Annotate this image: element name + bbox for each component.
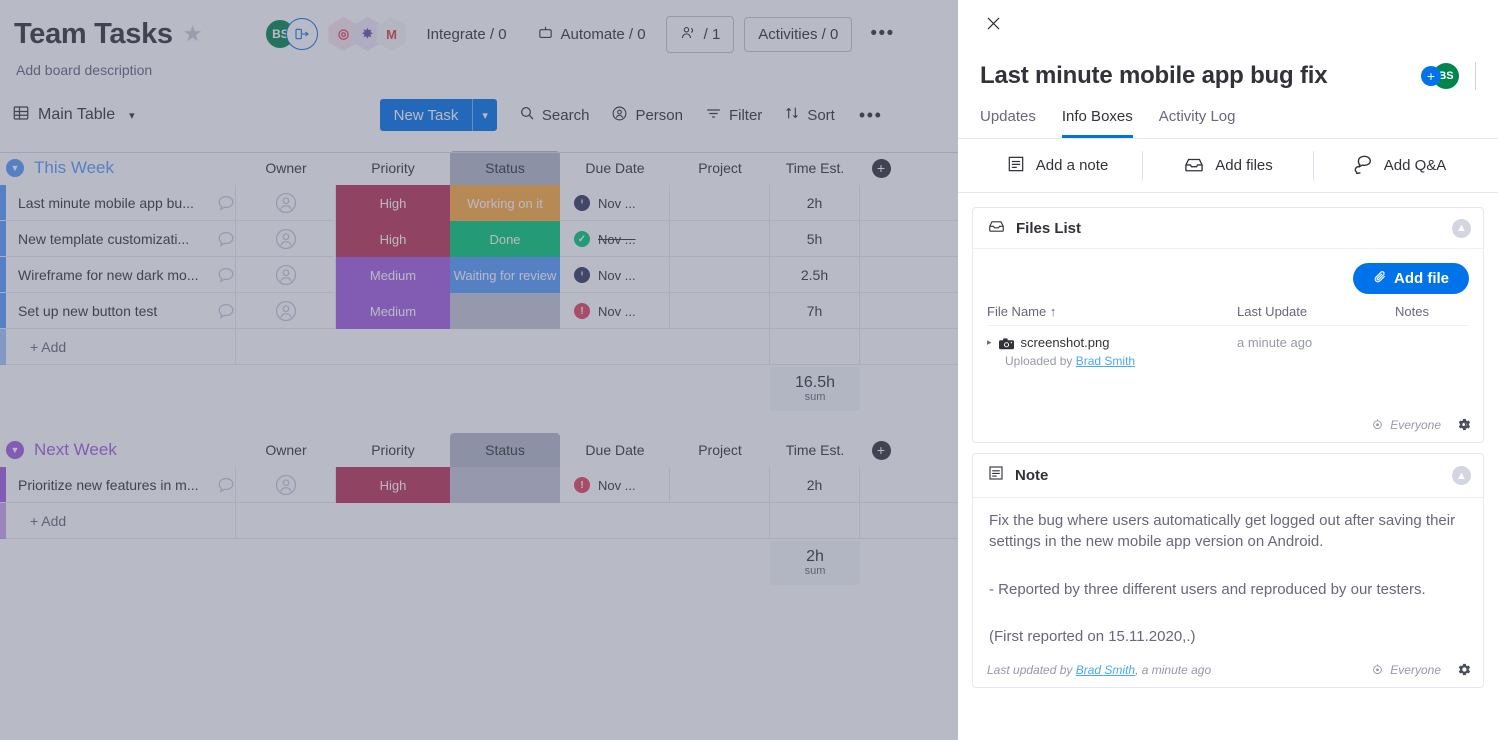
note-author-link[interactable]: Brad Smith: [1076, 663, 1135, 677]
file-uploader: Uploaded by Brad Smith: [1005, 354, 1237, 368]
last-updated-time: , a minute ago: [1135, 663, 1212, 678]
last-updated-label: Last updated by: [987, 663, 1076, 678]
note-paragraph: Fix the bug where users automatically ge…: [989, 512, 1456, 551]
panel-tabs: Updates Info Boxes Activity Log: [958, 90, 1498, 139]
inbox-icon: [987, 218, 1006, 238]
column-header-file-name[interactable]: File Name ↑: [987, 304, 1237, 319]
note-visibility-label: Everyone: [1390, 663, 1441, 678]
add-a-note-label: Add a note: [1035, 157, 1109, 174]
expand-caret-icon[interactable]: ▸: [987, 337, 992, 348]
column-header-last-update[interactable]: Last Update: [1237, 304, 1367, 319]
note-title: Note: [1015, 467, 1049, 484]
note-paragraph: - Reported by three different users and …: [989, 580, 1426, 598]
tab-updates[interactable]: Updates: [980, 108, 1036, 138]
note-box: Note ▲ Fix the bug where users automatic…: [972, 453, 1484, 689]
task-people[interactable]: + BS: [1421, 63, 1463, 89]
task-detail-panel: Last minute mobile app bug fix + BS Upda…: [958, 0, 1498, 740]
tab-activity-log[interactable]: Activity Log: [1159, 108, 1236, 138]
eye-icon: [1371, 418, 1384, 433]
uploaded-by-label: Uploaded by: [1005, 354, 1076, 368]
add-qa-label: Add Q&A: [1383, 157, 1447, 174]
note-last-updated: Last updated by Brad Smith, a minute ago: [987, 663, 1211, 677]
add-a-note-button[interactable]: Add a note: [972, 154, 1142, 178]
files-visibility-label: Everyone: [1390, 418, 1441, 432]
eye-icon: [1371, 663, 1384, 678]
note-paragraph: (First reported on 15.11.2020,.): [989, 627, 1196, 645]
task-title: Last minute mobile app bug fix: [980, 62, 1328, 89]
note-content[interactable]: Fix the bug where users automatically ge…: [989, 510, 1469, 647]
collapse-up-icon[interactable]: ▲: [1452, 466, 1471, 485]
add-person-icon[interactable]: +: [1421, 66, 1441, 86]
uploader-link[interactable]: Brad Smith: [1076, 354, 1135, 368]
close-icon[interactable]: [980, 10, 1006, 36]
files-list-box: Files List ▲ Add file File Name ↑ Last U…: [972, 207, 1484, 443]
note-icon: [1006, 154, 1026, 178]
qa-bubble-icon: [1352, 154, 1374, 178]
add-files-label: Add files: [1215, 157, 1273, 174]
gear-icon[interactable]: [1455, 661, 1473, 679]
panel-divider: [1475, 62, 1476, 90]
add-file-button[interactable]: Add file: [1353, 263, 1469, 294]
gear-icon[interactable]: [1455, 416, 1473, 434]
files-list-title: Files List: [1016, 219, 1082, 237]
paperclip-icon: [1373, 270, 1387, 288]
inbox-icon: [1183, 155, 1205, 177]
add-files-button[interactable]: Add files: [1143, 155, 1313, 177]
add-qa-button[interactable]: Add Q&A: [1314, 154, 1484, 178]
file-last-update: a minute ago: [1237, 335, 1313, 350]
file-name[interactable]: screenshot.png: [1021, 335, 1110, 350]
collapse-up-icon[interactable]: ▲: [1452, 218, 1471, 238]
tab-info-boxes[interactable]: Info Boxes: [1061, 108, 1133, 138]
file-row[interactable]: ▸ screenshot.png Uploaded by Brad Smith …: [987, 326, 1469, 368]
camera-icon: [998, 337, 1014, 349]
board-area: Team Tasks ★ BS ◎ ✸ M Integrate / 0 Auto…: [0, 0, 958, 740]
modal-overlay[interactable]: [0, 0, 958, 740]
panel-actions: Add a note Add files Add Q&A: [958, 139, 1498, 193]
column-header-notes[interactable]: Notes: [1367, 304, 1457, 319]
add-file-label: Add file: [1394, 270, 1449, 287]
note-icon: [987, 464, 1005, 487]
